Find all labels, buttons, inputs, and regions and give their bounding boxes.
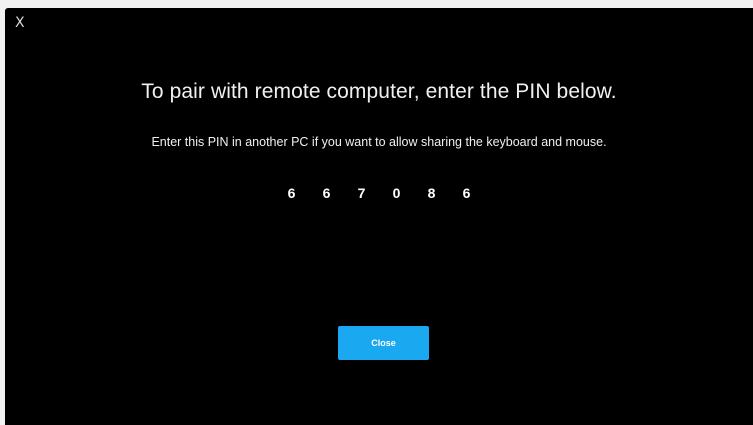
close-icon[interactable]: X: [15, 15, 25, 31]
dialog-title: To pair with remote computer, enter the …: [141, 80, 617, 103]
pin-digit: 6: [322, 185, 331, 201]
dialog-instruction: Enter this PIN in another PC if you want…: [151, 135, 607, 149]
pin-digit: 8: [427, 185, 436, 201]
pin-digit: 7: [357, 185, 366, 201]
pin-digit: 0: [392, 185, 401, 201]
pairing-dialog: X To pair with remote computer, enter th…: [5, 8, 753, 425]
pin-code: 6 6 7 0 8 6: [5, 185, 753, 201]
pin-digit: 6: [462, 185, 471, 201]
pin-digit: 6: [287, 185, 296, 201]
close-button[interactable]: Close: [338, 326, 429, 360]
